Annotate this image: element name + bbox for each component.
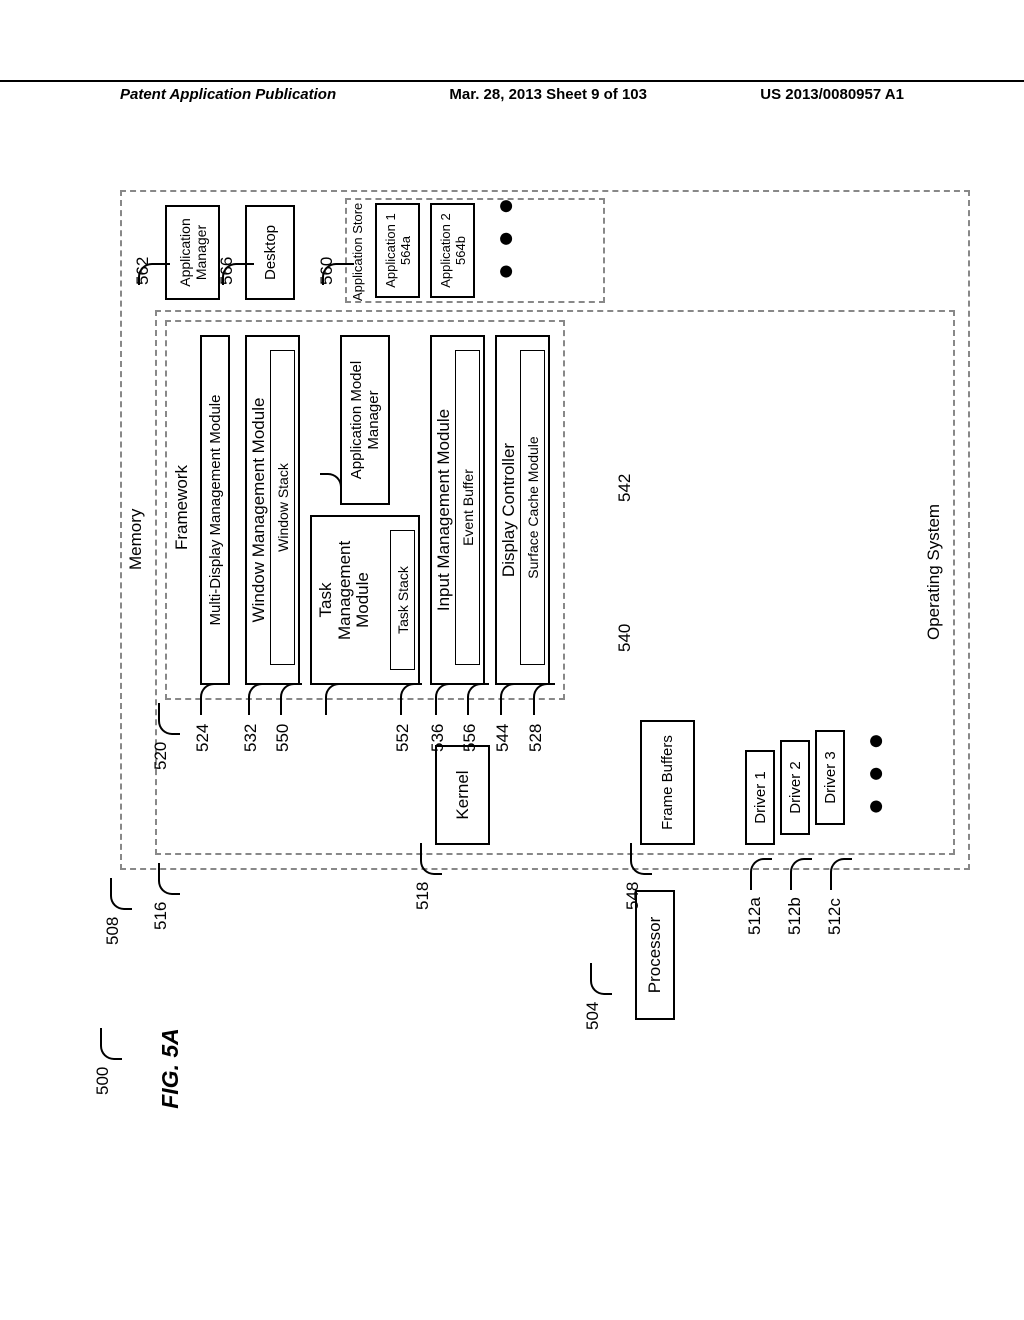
wmm-label: Window Management Module xyxy=(250,398,269,623)
taskstack-box: Task Stack xyxy=(390,530,415,670)
windowstack-box: Window Stack xyxy=(270,350,295,665)
framebuffers-label: Frame Buffers xyxy=(659,735,676,830)
app2-label: Application 2 564b xyxy=(438,213,468,287)
mdm-label: Multi-Display Management Module xyxy=(207,395,224,626)
ref-562: 562 xyxy=(133,257,153,285)
diagram-canvas: Processor Memory Operating System Kernel… xyxy=(85,290,935,1010)
ref-524: 524 xyxy=(193,724,213,752)
scm-box: Surface Cache Module xyxy=(520,350,545,665)
ref-536: 536 xyxy=(428,724,448,752)
taskstack-label: Task Stack xyxy=(395,566,411,634)
pub-type: Patent Application Publication xyxy=(120,86,336,110)
ref-542: 542 xyxy=(615,474,635,502)
processor-label: Processor xyxy=(645,917,665,994)
ref-544: 544 xyxy=(493,724,513,752)
appstore-label: Application Store xyxy=(351,203,365,301)
ref-504: 504 xyxy=(583,1002,603,1030)
app1-label: Application 1 564a xyxy=(383,213,413,287)
driver3-label: Driver 3 xyxy=(822,751,839,804)
ref-500: 500 xyxy=(93,1067,113,1095)
ref-520: 520 xyxy=(151,742,171,770)
dots-drivers: ● ● ● xyxy=(870,729,880,815)
figure-label: FIG. 5A xyxy=(157,1028,184,1109)
scm-label: Surface Cache Module xyxy=(525,436,541,578)
ref-528: 528 xyxy=(526,724,546,752)
driver1-label: Driver 1 xyxy=(752,771,769,824)
driver3-box: Driver 3 xyxy=(815,730,845,825)
driver2-box: Driver 2 xyxy=(780,740,810,835)
driver1-box: Driver 1 xyxy=(745,750,775,845)
eventbuffer-box: Event Buffer xyxy=(455,350,480,665)
dispctrl-label: Display Controller xyxy=(500,443,519,577)
amm-box: Application Model Manager xyxy=(340,335,390,505)
desktop-label: Desktop xyxy=(262,225,279,280)
eventbuffer-label: Event Buffer xyxy=(460,469,476,546)
dots-apps: ● ● ● xyxy=(500,194,510,280)
driver2-label: Driver 2 xyxy=(787,761,804,814)
ref-560: 560 xyxy=(317,257,337,285)
ref-512b: 512b xyxy=(785,897,805,935)
mdm-box: Multi-Display Management Module xyxy=(200,335,230,685)
kernel-box: Kernel xyxy=(435,745,490,845)
framebuffers-box: Frame Buffers xyxy=(640,720,695,845)
amm-label: Application Model Manager xyxy=(348,361,382,479)
desktop-box: Desktop xyxy=(245,205,295,300)
ref-552: 552 xyxy=(393,724,413,752)
appmgr-box: Application Manager xyxy=(165,205,220,300)
ref-518: 518 xyxy=(413,882,433,910)
framework-label: Framework xyxy=(173,465,192,550)
ref-550: 550 xyxy=(273,724,293,752)
ref-566: 566 xyxy=(217,257,237,285)
appmgr-label: Application Manager xyxy=(177,218,209,287)
memory-label: Memory xyxy=(127,509,146,570)
ref-516: 516 xyxy=(151,902,171,930)
ref-548: 548 xyxy=(623,882,643,910)
ref-532: 532 xyxy=(241,724,261,752)
ref-508: 508 xyxy=(103,917,123,945)
ref-540: 540 xyxy=(615,624,635,652)
imm-label: Input Management Module xyxy=(435,409,454,611)
windowstack-label: Window Stack xyxy=(275,463,291,552)
pub-number: US 2013/0080957 A1 xyxy=(760,86,904,110)
ref-556: 556 xyxy=(460,724,480,752)
ref-512c: 512c xyxy=(825,898,845,935)
os-label: Operating System xyxy=(925,504,944,640)
app1-box: Application 1 564a xyxy=(375,203,420,298)
kernel-label: Kernel xyxy=(453,770,473,819)
ref-512a: 512a xyxy=(745,897,765,935)
tmm-label: Task Management Module xyxy=(317,560,373,640)
app2-box: Application 2 564b xyxy=(430,203,475,298)
page-header: Patent Application Publication Mar. 28, … xyxy=(0,80,1024,110)
pub-date-sheet: Mar. 28, 2013 Sheet 9 of 103 xyxy=(449,86,647,110)
